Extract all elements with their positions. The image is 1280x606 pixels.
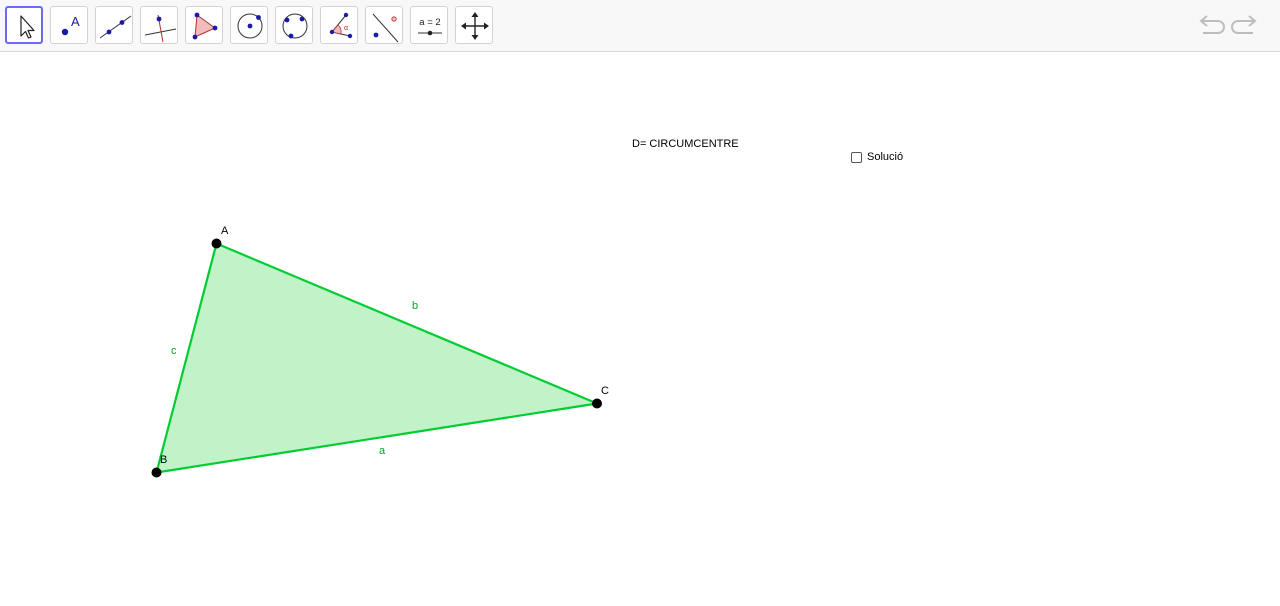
move-arrow-icon bbox=[20, 15, 35, 39]
point-label-C: C bbox=[601, 385, 609, 397]
angle-icon: α bbox=[329, 12, 353, 39]
point-B[interactable] bbox=[151, 467, 162, 478]
circle-center-point-icon bbox=[237, 13, 263, 39]
tool-polygon[interactable] bbox=[185, 6, 223, 44]
point-icon: A bbox=[61, 14, 80, 36]
line-icon bbox=[99, 15, 132, 39]
point-A[interactable] bbox=[211, 238, 222, 249]
solucio-checkbox-control[interactable]: Solució bbox=[851, 150, 903, 164]
segment-label-c: c bbox=[171, 345, 177, 357]
toolbar: A α a = 2 bbox=[0, 0, 1280, 52]
polygon-icon bbox=[192, 12, 218, 40]
redo-button[interactable] bbox=[1230, 13, 1262, 41]
point-label-A: A bbox=[221, 225, 229, 237]
tool-point[interactable]: A bbox=[50, 6, 88, 44]
point-icon-label: A bbox=[71, 14, 80, 29]
point-C[interactable] bbox=[592, 398, 602, 409]
segment-label-a: a bbox=[379, 445, 386, 457]
geometry-canvas: a b c A B C bbox=[151, 225, 609, 478]
tool-slider[interactable]: a = 2 bbox=[410, 6, 448, 44]
slider-icon: a = 2 bbox=[418, 17, 442, 36]
angle-icon-label: α bbox=[344, 25, 348, 32]
perpendicular-line-icon bbox=[144, 14, 177, 43]
undo-icon bbox=[1199, 15, 1225, 34]
graphics-view[interactable]: a b c A B C bbox=[0, 53, 1280, 606]
tool-reflect-about-line[interactable] bbox=[365, 6, 403, 44]
point-label-B: B bbox=[160, 454, 167, 466]
tool-circle-three-points[interactable] bbox=[275, 6, 313, 44]
tool-perpendicular-line[interactable] bbox=[140, 6, 178, 44]
tool-circle-center-point[interactable] bbox=[230, 6, 268, 44]
tool-line[interactable] bbox=[95, 6, 133, 44]
tool-move-graphics-view[interactable] bbox=[455, 6, 493, 44]
solucio-checkbox-label[interactable]: Solució bbox=[867, 151, 903, 163]
solucio-checkbox[interactable] bbox=[851, 151, 862, 163]
undo-button[interactable] bbox=[1194, 13, 1226, 41]
segment-label-b: b bbox=[412, 300, 418, 312]
tool-angle[interactable]: α bbox=[320, 6, 358, 44]
tool-move[interactable] bbox=[5, 6, 43, 44]
move-graphics-view-icon bbox=[461, 12, 489, 40]
slider-icon-label: a = 2 bbox=[419, 17, 440, 28]
reflect-about-line-icon bbox=[372, 13, 399, 43]
circumcentre-note: D= CIRCUMCENTRE bbox=[632, 138, 739, 150]
circle-three-points-icon bbox=[282, 13, 308, 39]
redo-icon bbox=[1231, 15, 1257, 34]
